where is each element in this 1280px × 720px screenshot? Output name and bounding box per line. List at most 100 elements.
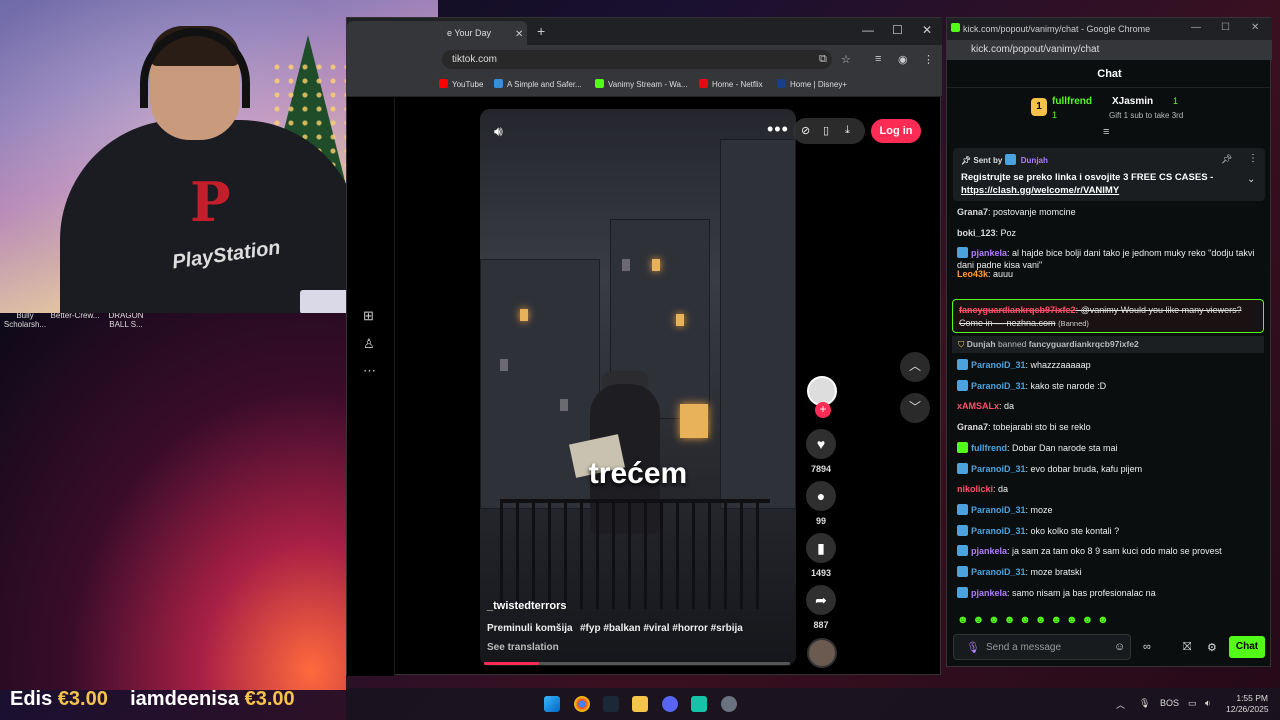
app-icon[interactable] — [691, 696, 707, 712]
chat-url-bar[interactable]: kick.com/popout/vanimy/chat — [947, 40, 1272, 60]
chat-username[interactable]: ParanoiD_31 — [971, 464, 1026, 474]
bookmark-icon[interactable]: ▮ — [806, 533, 836, 563]
chat-username[interactable]: pjankela — [971, 588, 1007, 598]
pinned-user[interactable]: Dunjah — [1021, 156, 1048, 165]
upload-icon[interactable]: ⊞ — [363, 308, 374, 324]
previous-video-chevron-up-icon[interactable]: ︿ — [900, 352, 930, 382]
pinned-link[interactable]: https://clash.gg/welcome/r/VANIMY — [961, 185, 1119, 196]
flagged-user[interactable]: fancyguardiankrqcb97ixfe2 — [959, 305, 1076, 315]
steam-icon[interactable] — [603, 696, 619, 712]
profile-nav-icon[interactable]: ♙ — [363, 336, 375, 352]
leader-first-user[interactable]: fullfrend — [1052, 96, 1092, 107]
chat-username[interactable]: Grana7 — [957, 207, 988, 217]
discord-icon[interactable] — [662, 696, 678, 712]
explore-icon[interactable]: ⊘ — [801, 124, 810, 137]
video-progress-fill — [484, 662, 540, 665]
desktop-icon-bully[interactable]: Bully Scholarsh... — [0, 311, 50, 329]
close-window-icon[interactable]: ✕ — [922, 23, 932, 37]
donor-name: iamdeenisa — [130, 688, 240, 710]
follow-plus-icon[interactable]: + — [815, 402, 831, 418]
chat-username[interactable]: Leo43k — [957, 269, 988, 279]
chat-username[interactable]: pjankela — [971, 248, 1007, 258]
emote-bar[interactable]: ☻☻☻☻☻☻☻☻☻☻ — [957, 614, 1113, 626]
unpin-icon[interactable]: 📌︎ — [1221, 154, 1232, 165]
volume-tray-icon[interactable]: 🔉︎ — [1205, 698, 1211, 709]
volume-icon[interactable]: 🔊︎ — [494, 123, 503, 140]
pin-icon: 📌︎ — [961, 156, 972, 165]
chat-username[interactable]: ParanoiD_31 — [971, 381, 1026, 391]
settings-icon[interactable] — [721, 696, 737, 712]
next-video-chevron-down-icon[interactable]: ﹀ — [900, 393, 930, 423]
login-button[interactable]: Log in — [871, 119, 921, 143]
minimize-icon[interactable]: — — [862, 23, 874, 37]
new-tab-icon[interactable]: + — [537, 23, 545, 39]
bookmark-youtube[interactable]: YouTube — [439, 79, 483, 89]
chat-message: ParanoiD_31: moze — [957, 503, 1262, 516]
media-controls-icon[interactable]: ≡ — [875, 53, 881, 65]
chat-username[interactable]: ParanoiD_31 — [971, 360, 1026, 370]
video-progress-bar[interactable] — [484, 662, 790, 665]
url-field[interactable]: tiktok.com — [442, 50, 832, 69]
file-explorer-icon[interactable] — [632, 696, 648, 712]
gift-icon[interactable]: ⛝ — [1183, 641, 1191, 654]
chat-maximize-icon[interactable]: ☐ — [1221, 22, 1230, 33]
chat-username[interactable]: fullfrend — [971, 443, 1007, 453]
device-icon[interactable]: ▯ — [823, 124, 829, 137]
profile-icon[interactable]: ◉ — [898, 53, 908, 66]
language-indicator[interactable]: BOS — [1160, 698, 1179, 708]
balcony-railing — [500, 499, 770, 609]
maximize-icon[interactable]: ☐ — [892, 23, 903, 37]
user-badge-icon — [957, 566, 968, 577]
bookmark-simple-safer[interactable]: A Simple and Safer... — [494, 79, 582, 89]
tab-tiktok[interactable]: e Your Day ✕ — [347, 21, 527, 45]
kick-emote-icon[interactable]: ∞ — [1143, 641, 1151, 653]
system-clock[interactable]: 1:55 PM 12/26/2025 — [1226, 693, 1269, 715]
install-app-icon[interactable]: ⧉ — [819, 53, 827, 66]
chrome-icon[interactable] — [574, 696, 590, 712]
chat-input[interactable]: 🎙︎ Send a message ☺ — [953, 634, 1131, 660]
bookmark-netflix[interactable]: Home - Netflix — [699, 79, 763, 89]
comment-icon[interactable]: ● — [806, 481, 836, 511]
more-options-icon[interactable]: ••• — [767, 119, 789, 140]
filter-icon[interactable]: ≡ — [1103, 126, 1109, 138]
bookmark-star-icon[interactable]: ☆ — [841, 53, 851, 66]
leader-second-user[interactable]: XJasmin — [1112, 96, 1153, 107]
chat-username[interactable]: ParanoiD_31 — [971, 505, 1026, 515]
video-player[interactable]: trećem 🔊︎ ••• — [480, 109, 796, 666]
tray-mic-icon[interactable]: 🎙︎ — [1139, 698, 1150, 709]
chat-message: ParanoiD_31: moze bratski — [957, 566, 1262, 578]
music-disc-icon[interactable] — [807, 638, 837, 668]
see-translation-link[interactable]: See translation — [487, 642, 559, 653]
expand-chevron-down-icon[interactable]: ⌄ — [1247, 174, 1255, 185]
bookmark-disney[interactable]: Home | Disney+ — [777, 79, 847, 89]
chat-username[interactable]: boki_123 — [957, 228, 996, 238]
like-heart-icon[interactable]: ♥ — [806, 429, 836, 459]
chat-username[interactable]: nikolicki — [957, 484, 993, 494]
video-hashtags[interactable]: #fyp #balkan #viral #horror #srbija — [580, 623, 743, 634]
send-chat-button[interactable]: Chat — [1229, 636, 1265, 658]
pin-menu-icon[interactable]: ⋮ — [1248, 153, 1258, 164]
tray-chevron-up-icon[interactable]: ︿ — [1116, 698, 1125, 711]
mic-icon[interactable]: 🎙︎ — [966, 641, 980, 654]
chat-username[interactable]: xAMSALx — [957, 401, 999, 411]
chat-username[interactable]: Grana7 — [957, 422, 988, 432]
settings-gear-icon[interactable]: ⚙ — [1207, 641, 1217, 654]
download-icon[interactable]: ⤓ — [845, 124, 850, 137]
chat-username[interactable]: ParanoiD_31 — [971, 567, 1026, 577]
desktop-icon-dragon-ball[interactable]: DRAGON BALL S... — [101, 311, 151, 329]
chat-username[interactable]: pjankela — [971, 546, 1007, 556]
sent-by-label: Sent by — [973, 156, 1003, 165]
more-nav-icon[interactable]: ⋯ — [363, 363, 376, 379]
bookmark-vanimy[interactable]: Vanimy Stream - Wa... — [595, 79, 688, 89]
network-icon[interactable]: ▭ — [1188, 698, 1197, 709]
close-tab-icon[interactable]: ✕ — [515, 29, 523, 40]
chat-username[interactable]: ParanoiD_31 — [971, 526, 1026, 536]
share-icon[interactable]: ➦ — [806, 585, 836, 615]
windows-start-icon[interactable] — [544, 696, 560, 712]
emoji-icon[interactable]: ☺ — [1114, 641, 1125, 653]
chat-text: : postovanje momcine — [988, 207, 1076, 217]
chat-minimize-icon[interactable]: — — [1191, 22, 1201, 33]
chat-close-icon[interactable]: ✕ — [1251, 22, 1259, 33]
video-author[interactable]: _twistedterrors — [487, 600, 566, 612]
menu-dots-icon[interactable]: ⋮ — [923, 53, 934, 66]
